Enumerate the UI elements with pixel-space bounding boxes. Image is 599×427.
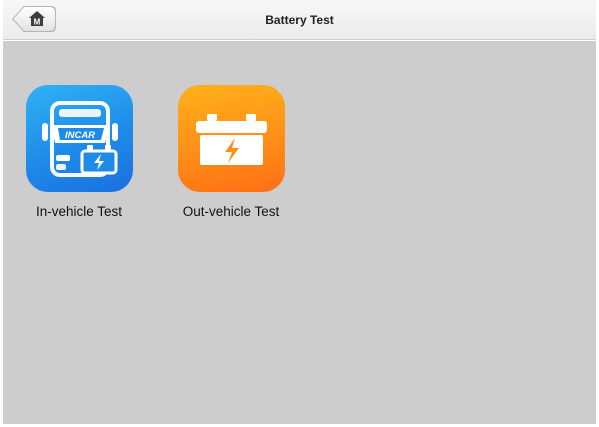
battery-test-screen: M Battery Test INCAR In-vehicle Test Out…	[0, 0, 599, 427]
out-vehicle-test-app[interactable]: Out-vehicle Test	[176, 85, 286, 219]
in-vehicle-test-app[interactable]: INCAR In-vehicle Test	[24, 85, 134, 219]
out-vehicle-test-label[interactable]: Out-vehicle Test	[176, 204, 286, 219]
incar-battery-icon[interactable]: INCAR	[25, 85, 133, 192]
battery-bolt-icon[interactable]	[177, 85, 285, 192]
title-bar: M Battery Test	[3, 0, 596, 40]
page-title: Battery Test	[265, 13, 334, 27]
in-vehicle-test-label[interactable]: In-vehicle Test	[24, 204, 134, 219]
app-grid: INCAR In-vehicle Test Out-vehicle Test	[3, 41, 596, 424]
incar-label: INCAR	[64, 130, 94, 141]
